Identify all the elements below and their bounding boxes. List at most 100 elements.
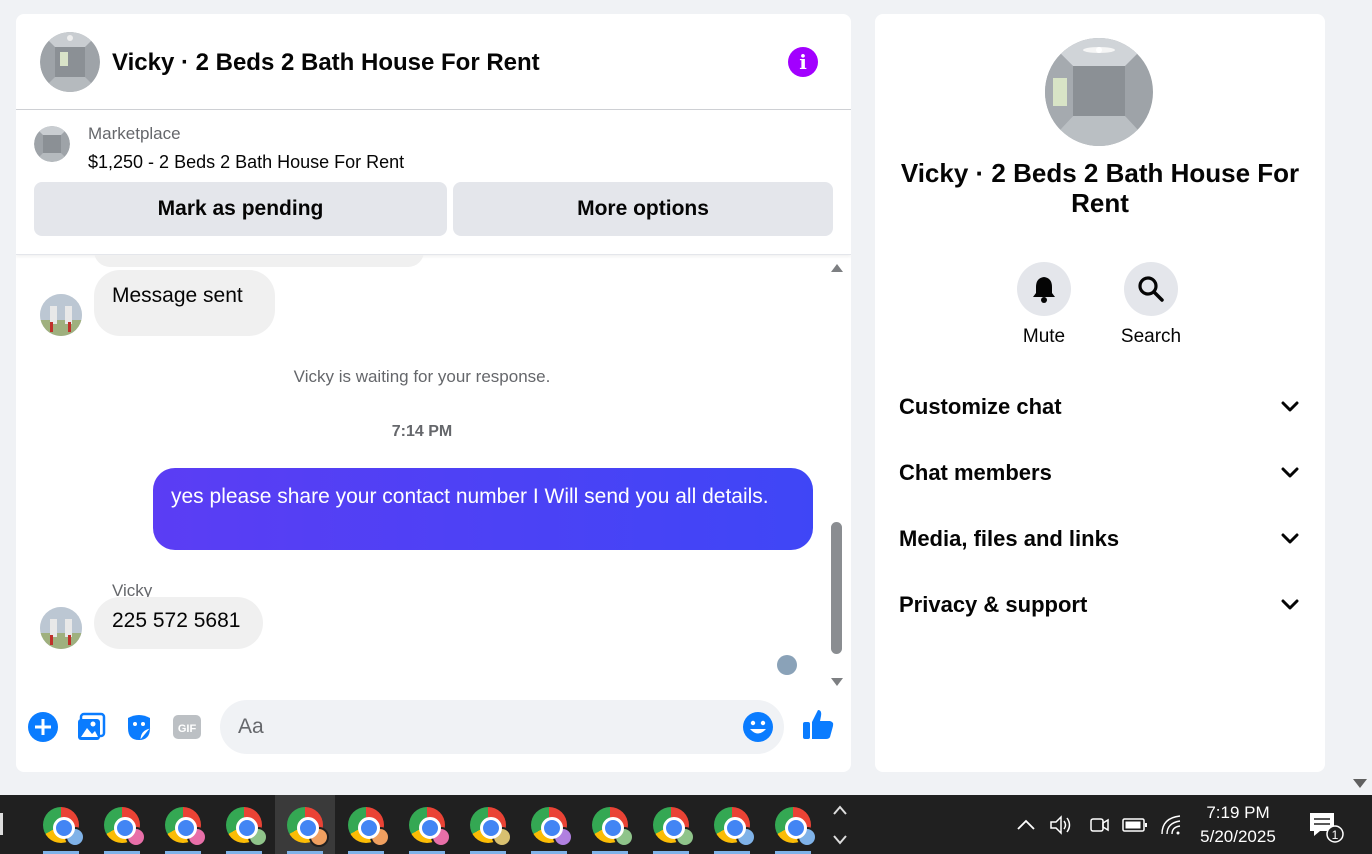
seen-indicator-avatar	[777, 655, 797, 675]
gif-icon[interactable]: GIF	[171, 711, 203, 743]
message-list: Message sent Vicky is waiting for your r…	[16, 255, 851, 685]
battery-icon[interactable]	[1120, 795, 1150, 854]
chrome-profile-badge-icon	[614, 826, 634, 847]
search-button[interactable]	[1124, 262, 1178, 316]
scroll-up-arrow-icon[interactable]	[831, 264, 843, 272]
page-scroll-down-arrow-icon[interactable]	[1353, 779, 1367, 788]
section-customize-chat[interactable]: Customize chat	[899, 387, 1299, 427]
message-text: yes please share your contact number I W…	[171, 485, 769, 508]
section-media-files-links[interactable]: Media, files and links	[899, 519, 1299, 559]
chat-panel: Vicky · 2 Beds 2 Bath House For Rent i M…	[16, 14, 851, 772]
message-timestamp: 7:14 PM	[391, 423, 453, 440]
wifi-icon[interactable]	[1157, 795, 1187, 854]
previous-message-bubble	[94, 255, 424, 267]
chrome-profile-badge-icon	[126, 826, 146, 847]
scroll-thumb[interactable]	[831, 522, 842, 654]
message-composer: GIF	[16, 697, 851, 757]
chrome-icon	[531, 806, 573, 847]
taskbar-chrome-app[interactable]	[275, 795, 335, 854]
listing-avatar-large[interactable]	[1045, 38, 1153, 146]
bell-icon	[1033, 277, 1055, 303]
section-label: Privacy & support	[899, 592, 1088, 617]
section-label: Chat members	[899, 460, 1052, 485]
show-hidden-icons-icon[interactable]	[1012, 795, 1040, 854]
emoji-icon[interactable]	[742, 711, 774, 748]
chat-header: Vicky · 2 Beds 2 Bath House For Rent i	[16, 14, 851, 110]
taskbar-chrome-app[interactable]	[397, 795, 457, 854]
taskbar-chrome-app[interactable]	[153, 795, 213, 854]
taskbar-scroll[interactable]	[828, 795, 852, 854]
mute-action[interactable]: Mute	[999, 262, 1089, 348]
chrome-icon	[409, 806, 451, 847]
taskbar-chrome-app[interactable]	[519, 795, 579, 854]
mute-label: Mute	[1022, 326, 1066, 347]
chrome-profile-badge-icon	[309, 826, 329, 847]
notification-center-icon[interactable]: 1	[1308, 809, 1346, 843]
section-label: Customize chat	[899, 394, 1062, 419]
message-bubble[interactable]: Message sent	[94, 270, 275, 336]
message-text: Message sent	[112, 284, 243, 307]
chrome-profile-badge-icon	[736, 826, 756, 847]
message-input[interactable]	[220, 700, 784, 754]
gif-label: GIF	[178, 723, 197, 735]
taskbar-chrome-app[interactable]	[641, 795, 701, 854]
taskbar-chrome-app[interactable]	[763, 795, 823, 854]
scroll-down-arrow-icon[interactable]	[831, 678, 843, 686]
chevron-down-icon	[1281, 467, 1299, 478]
taskbar-chrome-app[interactable]	[92, 795, 152, 854]
clock-time: 7:19 PM	[1206, 803, 1270, 822]
section-label: Media, files and links	[899, 526, 1120, 551]
message-bubble[interactable]: 225 572 5681	[94, 597, 263, 649]
chrome-icon	[775, 806, 817, 847]
chrome-icon	[43, 806, 85, 847]
more-options-button[interactable]: More options	[453, 182, 833, 236]
mark-as-pending-button[interactable]: Mark as pending	[34, 182, 447, 236]
photo-icon[interactable]	[75, 711, 107, 743]
sender-avatar[interactable]	[40, 607, 82, 649]
taskbar-chrome-app[interactable]	[458, 795, 518, 854]
message-scrollbar[interactable]	[828, 262, 846, 688]
chat-title[interactable]: Vicky · 2 Beds 2 Bath House For Rent	[112, 49, 540, 77]
chevron-down-icon	[1281, 599, 1299, 610]
chrome-profile-badge-icon	[431, 826, 451, 847]
listing-thumbnail[interactable]	[34, 126, 70, 162]
sender-avatar[interactable]	[40, 294, 82, 336]
listing-title[interactable]: $1,250 - 2 Beds 2 Bath House For Rent	[88, 152, 404, 173]
listing-avatar[interactable]	[40, 32, 100, 92]
windows-taskbar: 7:19 PM 5/20/2025 1	[0, 795, 1372, 854]
taskbar-chrome-app[interactable]	[702, 795, 762, 854]
chevron-down-icon	[1281, 401, 1299, 412]
system-notice: Vicky is waiting for your response.	[293, 367, 551, 386]
chrome-profile-badge-icon	[675, 826, 695, 847]
chrome-icon	[470, 806, 512, 847]
notification-count: 1	[1332, 828, 1339, 842]
section-privacy-support[interactable]: Privacy & support	[899, 585, 1299, 625]
chrome-icon	[104, 806, 146, 847]
camera-icon[interactable]	[1084, 795, 1114, 854]
search-action[interactable]: Search	[1106, 262, 1196, 348]
chrome-icon	[348, 806, 390, 847]
chrome-profile-badge-icon	[187, 826, 207, 847]
plus-icon[interactable]	[27, 711, 59, 743]
sticker-icon[interactable]	[123, 711, 155, 743]
taskbar-chrome-app[interactable]	[580, 795, 640, 854]
taskbar-edge	[0, 813, 3, 835]
message-text: 225 572 5681	[112, 609, 241, 632]
chrome-icon	[287, 806, 329, 847]
taskbar-chrome-app[interactable]	[214, 795, 274, 854]
volume-icon[interactable]	[1046, 795, 1076, 854]
section-chat-members[interactable]: Chat members	[899, 453, 1299, 493]
info-icon[interactable]: i	[788, 47, 818, 77]
taskbar-chrome-app[interactable]	[31, 795, 91, 854]
like-icon[interactable]	[800, 707, 836, 748]
mute-button[interactable]	[1017, 262, 1071, 316]
outgoing-message-bubble[interactable]: yes please share your contact number I W…	[153, 468, 813, 550]
chrome-icon	[592, 806, 634, 847]
taskbar-chrome-app[interactable]	[336, 795, 396, 854]
search-label: Search	[1120, 326, 1182, 347]
chrome-profile-badge-icon	[492, 826, 512, 847]
chrome-profile-badge-icon	[553, 826, 573, 847]
system-clock[interactable]: 7:19 PM 5/20/2025	[1192, 801, 1284, 849]
conversation-title: Vicky · 2 Beds 2 Bath House For Rent	[900, 158, 1300, 218]
search-icon	[1138, 276, 1164, 302]
